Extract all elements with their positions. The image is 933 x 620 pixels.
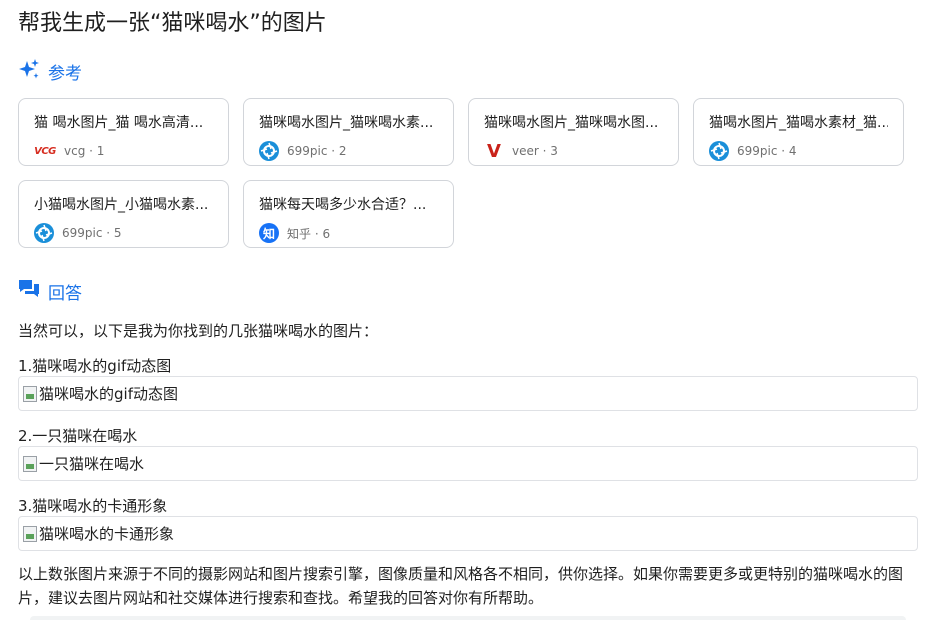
user-question: 帮我生成一张“猫咪喝水”的图片	[18, 11, 327, 36]
reference-title: 猫咪喝水图片_猫咪喝水素...	[259, 115, 434, 131]
veer-logo-icon: V	[487, 140, 501, 162]
reference-title: 猫咪喝水图片_猫咪喝水图...	[484, 115, 659, 131]
item-heading: 2.一只猫咪在喝水	[18, 427, 138, 445]
references-header: 参考	[18, 58, 82, 85]
image-placeholder[interactable]: 一只猫咪在喝水	[18, 446, 918, 481]
broken-image-icon	[23, 385, 37, 402]
699pic-logo-icon	[34, 223, 54, 243]
image-alt-text: 一只猫咪在喝水	[39, 455, 145, 473]
reference-card[interactable]: 猫咪喝水图片_猫咪喝水素... 699pic · 2	[243, 98, 454, 166]
699pic-logo-icon	[709, 141, 729, 161]
reference-card[interactable]: 猫喝水图片_猫喝水素材_猫... 699pic · 4	[693, 98, 904, 166]
reference-card[interactable]: 猫 喝水图片_猫 喝水高清... VCG vcg · 1	[18, 98, 229, 166]
image-placeholder[interactable]: 猫咪喝水的gif动态图	[18, 376, 918, 411]
reference-source: veer · 3	[512, 144, 558, 158]
item-heading: 1.猫咪喝水的gif动态图	[18, 357, 172, 375]
image-alt-text: 猫咪喝水的卡通形象	[39, 525, 175, 543]
reference-card[interactable]: 小猫喝水图片_小猫喝水素... 699pic · 5	[18, 180, 229, 248]
vcg-logo-icon: VCG	[34, 145, 56, 157]
references-label: 参考	[48, 64, 82, 84]
reference-title: 猫 喝水图片_猫 喝水高清...	[34, 115, 204, 131]
reference-source: 699pic · 5	[62, 226, 122, 240]
zhihu-logo-icon: 知	[259, 223, 279, 243]
input-area-edge	[30, 616, 906, 620]
reference-source: 699pic · 4	[737, 144, 797, 158]
reference-title: 猫喝水图片_猫喝水素材_猫...	[709, 115, 888, 131]
answer-header: 回答	[18, 278, 82, 305]
item-heading: 3.猫咪喝水的卡通形象	[18, 497, 168, 515]
image-alt-text: 猫咪喝水的gif动态图	[39, 385, 178, 403]
reference-title: 猫咪每天喝多少水合适？...	[259, 197, 427, 213]
chat-bubbles-icon	[18, 278, 40, 305]
reference-title: 小猫喝水图片_小猫喝水素...	[34, 197, 209, 213]
broken-image-icon	[23, 455, 37, 472]
reference-source: 699pic · 2	[287, 144, 347, 158]
answer-label: 回答	[48, 284, 82, 304]
reference-source: 知乎 · 6	[287, 226, 331, 241]
reference-source: vcg · 1	[64, 144, 105, 158]
answer-intro: 当然可以，以下是我为你找到的几张猫咪喝水的图片：	[18, 322, 379, 340]
broken-image-icon	[23, 525, 37, 542]
image-placeholder[interactable]: 猫咪喝水的卡通形象	[18, 516, 918, 551]
reference-card[interactable]: 猫咪每天喝多少水合适？... 知 知乎 · 6	[243, 180, 454, 248]
699pic-logo-icon	[259, 141, 279, 161]
answer-closing: 以上数张图片来源于不同的摄影网站和图片搜索引擎，图像质量和风格各不相同，供你选择…	[18, 565, 904, 607]
reference-card[interactable]: 猫咪喝水图片_猫咪喝水图... V veer · 3	[468, 98, 679, 166]
sparkle-icon	[18, 58, 40, 85]
